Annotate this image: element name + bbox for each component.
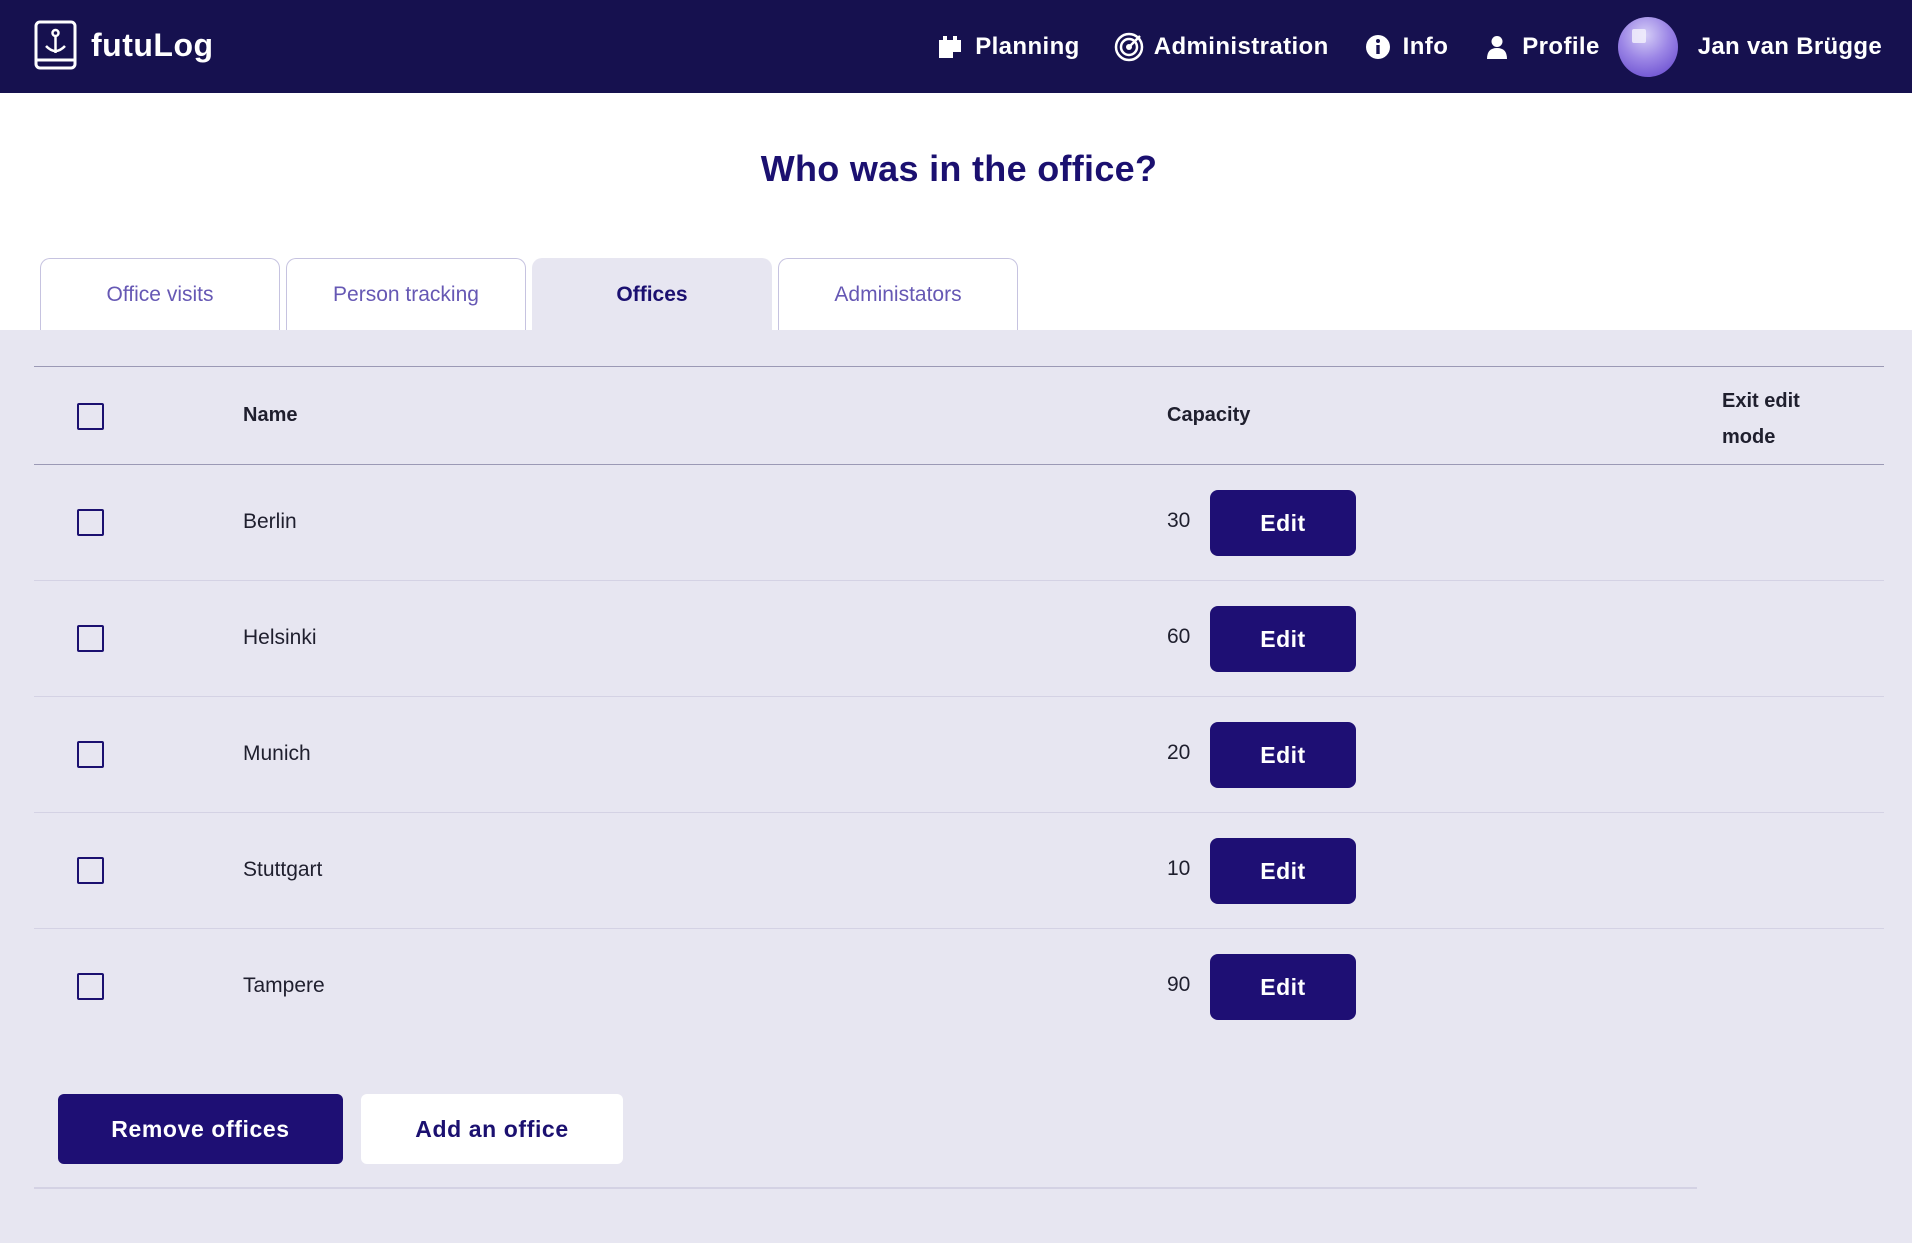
table-actions: Remove offices Add an office [58, 1094, 623, 1164]
row-checkbox[interactable] [77, 857, 104, 884]
table-row: Helsinki 60 Edit [34, 581, 1884, 697]
nav-planning[interactable]: Planning [935, 0, 1080, 93]
app-name: futuLog [91, 26, 214, 63]
office-name: Stuttgart [243, 858, 323, 881]
edit-button[interactable]: Edit [1210, 838, 1356, 904]
nav-planning-label: Planning [975, 32, 1080, 60]
select-all-checkbox[interactable] [77, 403, 104, 430]
user-name: Jan van Brügge [1697, 32, 1882, 60]
remove-offices-button[interactable]: Remove offices [58, 1094, 343, 1164]
nav-info-label: Info [1402, 32, 1449, 60]
table-header: Name Capacity Exit edit mode [34, 366, 1884, 465]
row-checkbox[interactable] [77, 625, 104, 652]
edit-button[interactable]: Edit [1210, 606, 1356, 672]
divider [34, 1187, 1697, 1189]
nav-administration[interactable]: Administration [1114, 0, 1329, 93]
offices-table: Name Capacity Exit edit mode Berlin 30 E… [34, 366, 1884, 1045]
edit-button[interactable]: Edit [1210, 490, 1356, 556]
offices-panel: Name Capacity Exit edit mode Berlin 30 E… [0, 330, 1912, 1243]
tab-office-visits[interactable]: Office visits [40, 258, 280, 330]
nav-profile-label: Profile [1522, 32, 1600, 60]
top-navigation-bar: futuLog Planning Administration Info Pro… [0, 0, 1912, 93]
office-name: Munich [243, 742, 311, 765]
person-icon [1482, 32, 1512, 62]
office-name: Tampere [243, 974, 325, 997]
add-office-button[interactable]: Add an office [361, 1094, 623, 1164]
table-row: Munich 20 Edit [34, 697, 1884, 813]
calendar-icon [935, 32, 965, 62]
column-header-name: Name [243, 404, 298, 426]
column-header-capacity: Capacity [1167, 404, 1251, 426]
edit-button[interactable]: Edit [1210, 722, 1356, 788]
futulog-logo-icon [34, 20, 77, 70]
main-nav: Planning Administration Info Profile Jan… [935, 0, 1912, 93]
tab-person-tracking[interactable]: Person tracking [286, 258, 526, 330]
edit-button[interactable]: Edit [1210, 954, 1356, 1020]
tab-bar: Office visits Person tracking Offices Ad… [40, 258, 1024, 330]
table-row: Tampere 90 Edit [34, 929, 1884, 1045]
table-row: Stuttgart 10 Edit [34, 813, 1884, 929]
nav-administration-label: Administration [1153, 32, 1329, 60]
row-checkbox[interactable] [77, 973, 104, 1000]
target-icon [1114, 32, 1144, 62]
office-name: Helsinki [243, 626, 317, 649]
page-title: Who was in the office? [760, 148, 1158, 189]
table-row: Berlin 30 Edit [34, 465, 1884, 581]
row-checkbox[interactable] [77, 509, 104, 536]
nav-profile[interactable]: Profile [1482, 0, 1599, 93]
brand[interactable]: futuLog [34, 20, 214, 70]
office-name: Berlin [243, 510, 297, 533]
nav-info[interactable]: Info [1363, 0, 1449, 93]
exit-edit-mode-button[interactable]: Exit edit mode [1722, 383, 1842, 455]
tab-offices[interactable]: Offices [532, 258, 772, 330]
info-icon [1363, 32, 1393, 62]
avatar[interactable] [1617, 16, 1678, 77]
row-checkbox[interactable] [77, 741, 104, 768]
tab-administrators[interactable]: Administators [778, 258, 1018, 330]
